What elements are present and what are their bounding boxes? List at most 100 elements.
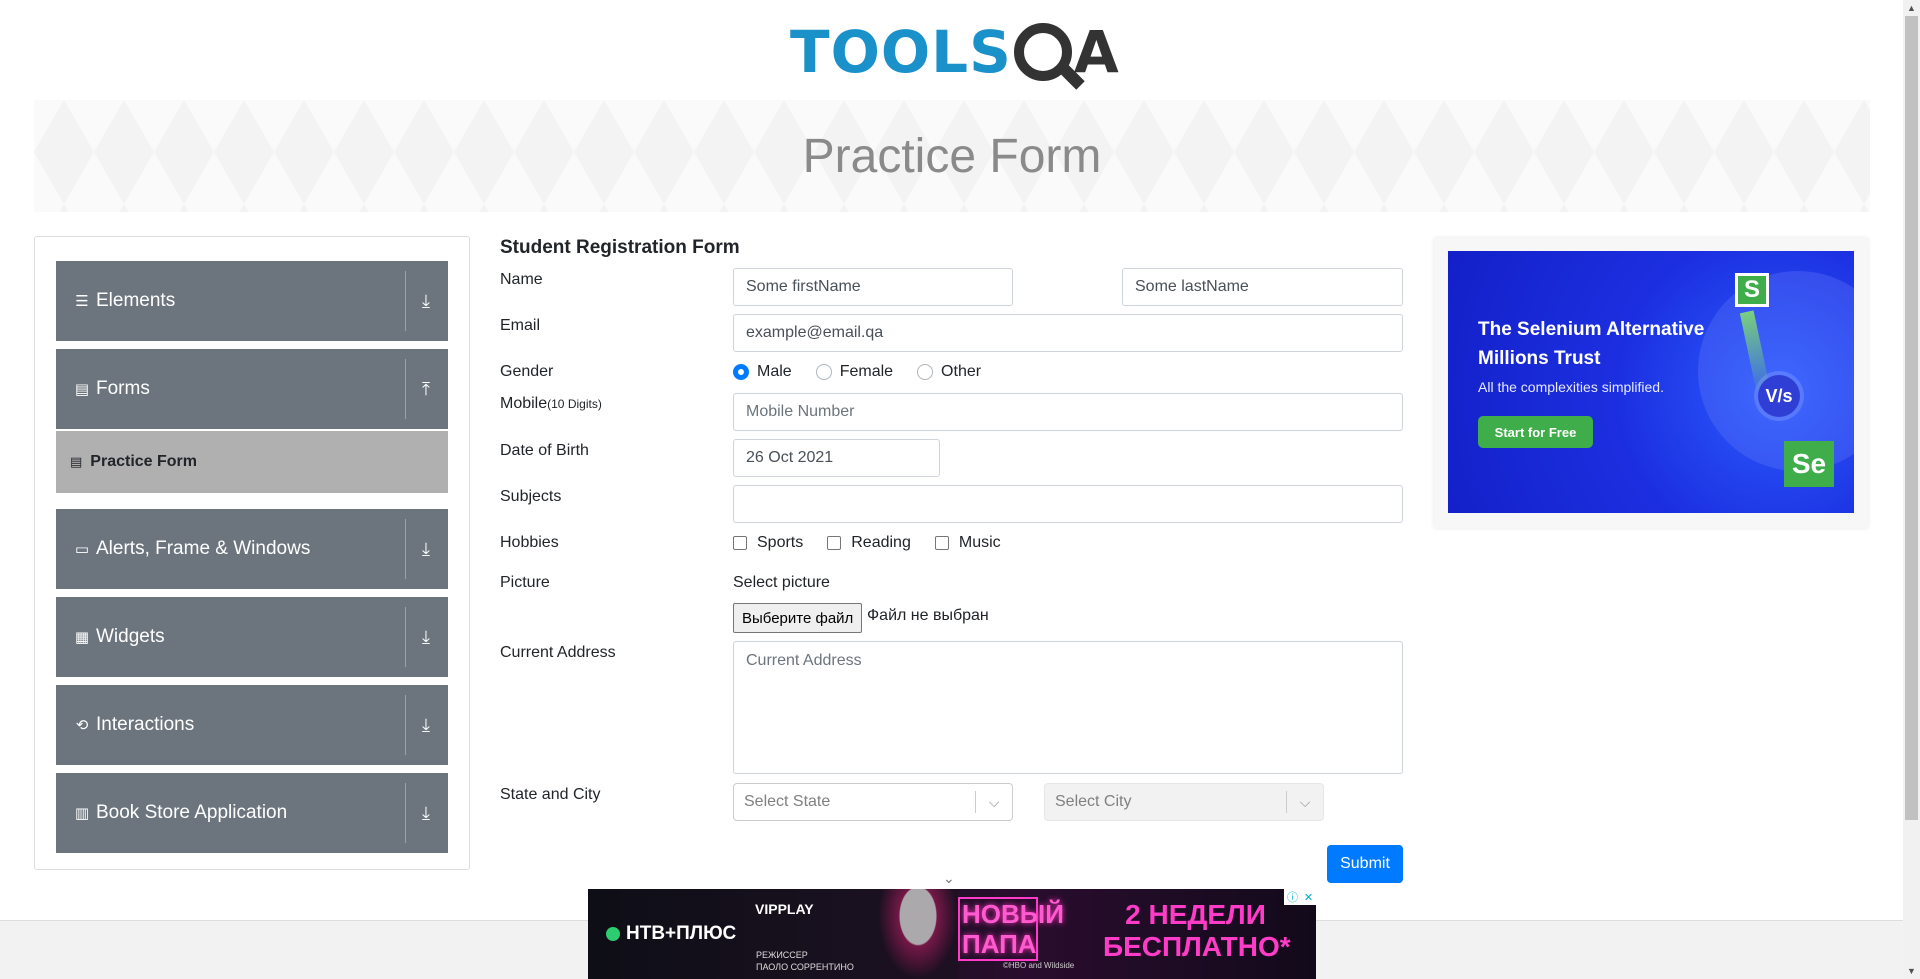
collapse-arrow-icon[interactable]: ⤒ — [412, 349, 440, 429]
selenium-alternative-ad[interactable]: The Selenium Alternative Millions Trust … — [1448, 251, 1854, 513]
hobby-label: Sports — [757, 534, 804, 551]
expand-arrow-icon[interactable]: ⤓ — [412, 685, 440, 765]
expand-arrow-icon[interactable]: ⤓ — [412, 509, 440, 589]
email-input[interactable]: example@email.qa — [733, 314, 1403, 352]
menu-divider — [405, 519, 406, 579]
state-select-value: Select State — [744, 793, 831, 810]
radio-button[interactable] — [917, 364, 934, 380]
menu-divider — [405, 607, 406, 667]
gender-option-label: Male — [757, 363, 792, 380]
gender-male-option[interactable]: Male — [733, 363, 792, 381]
scroll-down-icon[interactable]: ▼ — [1903, 963, 1920, 979]
gender-other-option[interactable]: Other — [917, 363, 981, 381]
selenium-logo-icon: Se — [1784, 441, 1834, 487]
logo-qa-letter: A — [1073, 18, 1120, 86]
hobbies-checkbox-group: Sports Reading Music — [733, 534, 1025, 552]
hobby-music-option[interactable]: Music — [934, 534, 1001, 552]
scrollbar-thumb[interactable] — [1905, 16, 1918, 820]
menu-item-practice-form[interactable]: ▤ Practice Form — [56, 431, 448, 493]
toolsqa-logo[interactable]: TOOLS A — [790, 14, 1120, 90]
ad-subtitle: All the complexities simplified. — [1478, 379, 1664, 395]
window-icon: ▭ — [74, 541, 90, 558]
hobby-label: Music — [958, 534, 1001, 551]
page-title: Practice Form — [802, 129, 1102, 183]
subjects-input[interactable] — [733, 485, 1403, 523]
hobby-reading-option[interactable]: Reading — [827, 534, 911, 552]
dob-label: Date of Birth — [500, 442, 589, 459]
document-icon: ▤ — [74, 381, 90, 398]
choose-file-button[interactable]: Выберите файл — [733, 603, 863, 633]
checkbox[interactable] — [827, 536, 842, 550]
menu-group-label: Alerts, Frame & Windows — [96, 538, 311, 559]
ntv-plus-logo: НТВ+ПЛЮС — [606, 923, 736, 945]
address-textarea[interactable]: Current Address — [733, 641, 1403, 774]
checkbox[interactable] — [733, 536, 747, 550]
checkbox[interactable] — [934, 536, 949, 550]
logo-tools-text: TOOLS — [790, 18, 1012, 86]
city-select-value: Select City — [1055, 793, 1132, 810]
free-offer-text: 2 НЕДЕЛИ БЕСПЛАТНО* — [1103, 899, 1291, 962]
hobbies-label: Hobbies — [500, 534, 559, 551]
menu-divider — [405, 359, 406, 419]
menu-divider — [405, 695, 406, 755]
books-icon: ▥ — [74, 805, 90, 822]
hobby-sports-option[interactable]: Sports — [733, 534, 803, 552]
dob-input[interactable]: 26 Oct 2021 — [733, 439, 940, 477]
ad-start-free-button[interactable]: Start for Free — [1478, 416, 1593, 448]
grid-icon: ▦ — [74, 629, 90, 646]
mobile-input[interactable]: Mobile Number — [733, 393, 1403, 431]
gender-option-label: Other — [941, 363, 982, 380]
left-menu: ☰ Elements ⤓ ▤ Forms ⤒ ▤ Practice Form ▭… — [34, 236, 470, 870]
menu-group-interactions[interactable]: ⟲ Interactions ⤓ — [56, 685, 448, 765]
scroll-up-icon[interactable]: ▲ — [1903, 0, 1920, 16]
interaction-icon: ⟲ — [75, 717, 89, 734]
radio-button[interactable] — [815, 364, 832, 380]
bottom-banner-ad[interactable]: НТВ+ПЛЮС VIPPLAY РЕЖИССЕР ПАОЛО СОРРЕНТИ… — [588, 889, 1316, 979]
page: TOOLS A Practice Form ☰ Elements ⤓ ▤ For… — [0, 0, 1920, 979]
page-banner: Practice Form — [34, 100, 1870, 212]
close-icon[interactable]: ✕ — [1304, 891, 1313, 904]
show-title: НОВЫЙ ПАПА — [958, 897, 1064, 961]
menu-group-book-store[interactable]: ▥ Book Store Application ⤓ — [56, 773, 448, 853]
menu-group-forms[interactable]: ▤ Forms ⤒ — [56, 349, 448, 429]
mobile-hint: (10 Digits) — [547, 397, 602, 411]
last-name-input[interactable]: Some lastName — [1122, 268, 1403, 306]
green-dot-icon — [606, 927, 620, 941]
gender-option-label: Female — [839, 363, 894, 380]
director-title: РЕЖИССЕР — [756, 950, 808, 960]
menu-group-alerts[interactable]: ▭ Alerts, Frame & Windows ⤓ — [56, 509, 448, 589]
gender-radio-group: Male Female Other — [733, 363, 1005, 381]
submit-button[interactable]: Submit — [1327, 845, 1403, 883]
gender-female-option[interactable]: Female — [815, 363, 894, 381]
file-status-text: Файл не выбран — [867, 607, 989, 624]
chevron-down-icon[interactable]: ⌵ — [1287, 794, 1323, 811]
chevron-down-icon[interactable]: ⌄ — [943, 870, 955, 887]
versus-icon: V/s — [1758, 375, 1800, 417]
logo-qa-text: A — [1012, 23, 1120, 81]
radio-button[interactable] — [733, 364, 749, 380]
subjects-label: Subjects — [500, 488, 562, 505]
email-label: Email — [500, 317, 541, 334]
first-name-input[interactable]: Some firstName — [733, 268, 1013, 306]
director-name: ПАОЛО СОРРЕНТИНО — [756, 962, 854, 972]
expand-arrow-icon[interactable]: ⤓ — [412, 597, 440, 677]
ad-controls: ⓘ ✕ — [1284, 889, 1316, 905]
city-select[interactable]: Select City ⌵ — [1044, 783, 1324, 821]
picture-label: Picture — [500, 574, 550, 591]
s-logo-icon: S — [1735, 273, 1769, 307]
chevron-down-icon[interactable]: ⌵ — [976, 794, 1012, 811]
menu-group-label: Book Store Application — [96, 802, 288, 823]
form-title: Student Registration Form — [500, 237, 740, 258]
expand-arrow-icon[interactable]: ⤓ — [412, 773, 440, 853]
hobby-label: Reading — [851, 534, 911, 551]
menu-group-elements[interactable]: ☰ Elements ⤓ — [56, 261, 448, 341]
state-select[interactable]: Select State ⌵ — [733, 783, 1013, 821]
channel-name: НТВ+ПЛЮС — [626, 923, 737, 944]
expand-arrow-icon[interactable]: ⤓ — [412, 261, 440, 341]
gear-icon — [1013, 23, 1072, 81]
ad-info-icon[interactable]: ⓘ — [1287, 889, 1298, 905]
menu-group-label: Widgets — [96, 626, 165, 647]
ad-figure-image — [878, 889, 958, 979]
menu-group-widgets[interactable]: ▦ Widgets ⤓ — [56, 597, 448, 677]
address-label: Current Address — [500, 644, 616, 661]
